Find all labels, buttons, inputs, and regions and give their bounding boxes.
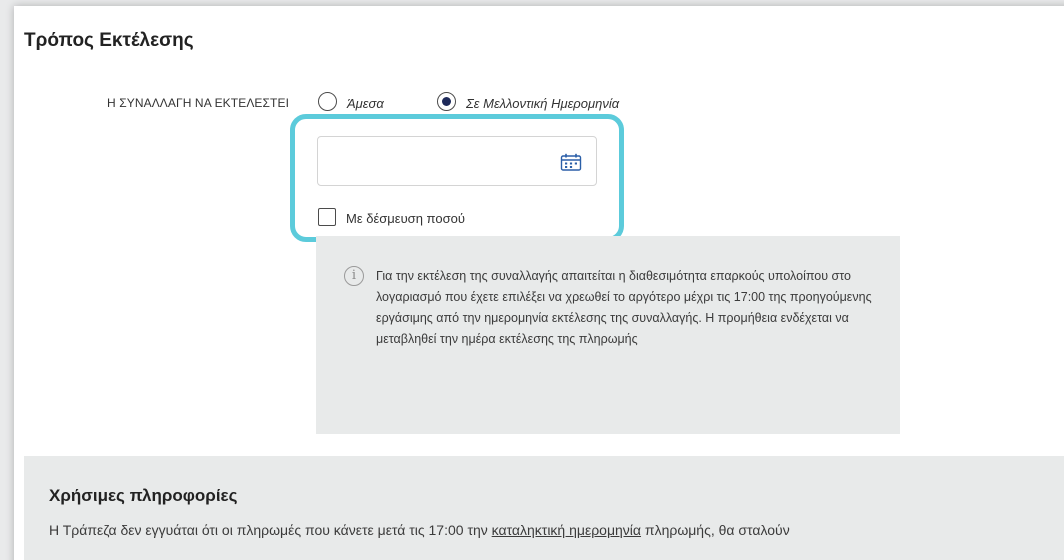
radio-immediate-label[interactable]: Άμεσα — [347, 96, 384, 111]
useful-info-section — [24, 456, 1064, 560]
useful-info-text: Η Τράπεζα δεν εγγυάται ότι οι πληρωμές π… — [49, 522, 790, 538]
section-title: Τρόπος Εκτέλεσης — [24, 30, 194, 51]
highlight-frame — [290, 114, 624, 242]
radio-future-date-label[interactable]: Σε Μελλοντική Ημερομηνία — [466, 96, 619, 111]
radio-future-date[interactable] — [437, 92, 456, 111]
radio-immediate[interactable] — [318, 92, 337, 111]
execution-mode-label: Η ΣΥΝΑΛΛΑΓΗ ΝΑ ΕΚΤΕΛΕΣΤΕΙ — [107, 96, 290, 110]
deadline-date-link[interactable]: καταληκτική ημερομηνία — [492, 522, 641, 538]
useful-info-text-before: Η Τράπεζα δεν εγγυάται ότι οι πληρωμές π… — [49, 522, 492, 538]
useful-info-title: Χρήσιμες πληροφορίες — [49, 486, 238, 505]
useful-info-text-after: πληρωμής, θα σταλούν — [641, 522, 790, 538]
info-text: Για την εκτέλεση της συναλλαγής απαιτείτ… — [376, 269, 872, 346]
info-icon: i — [344, 266, 364, 286]
